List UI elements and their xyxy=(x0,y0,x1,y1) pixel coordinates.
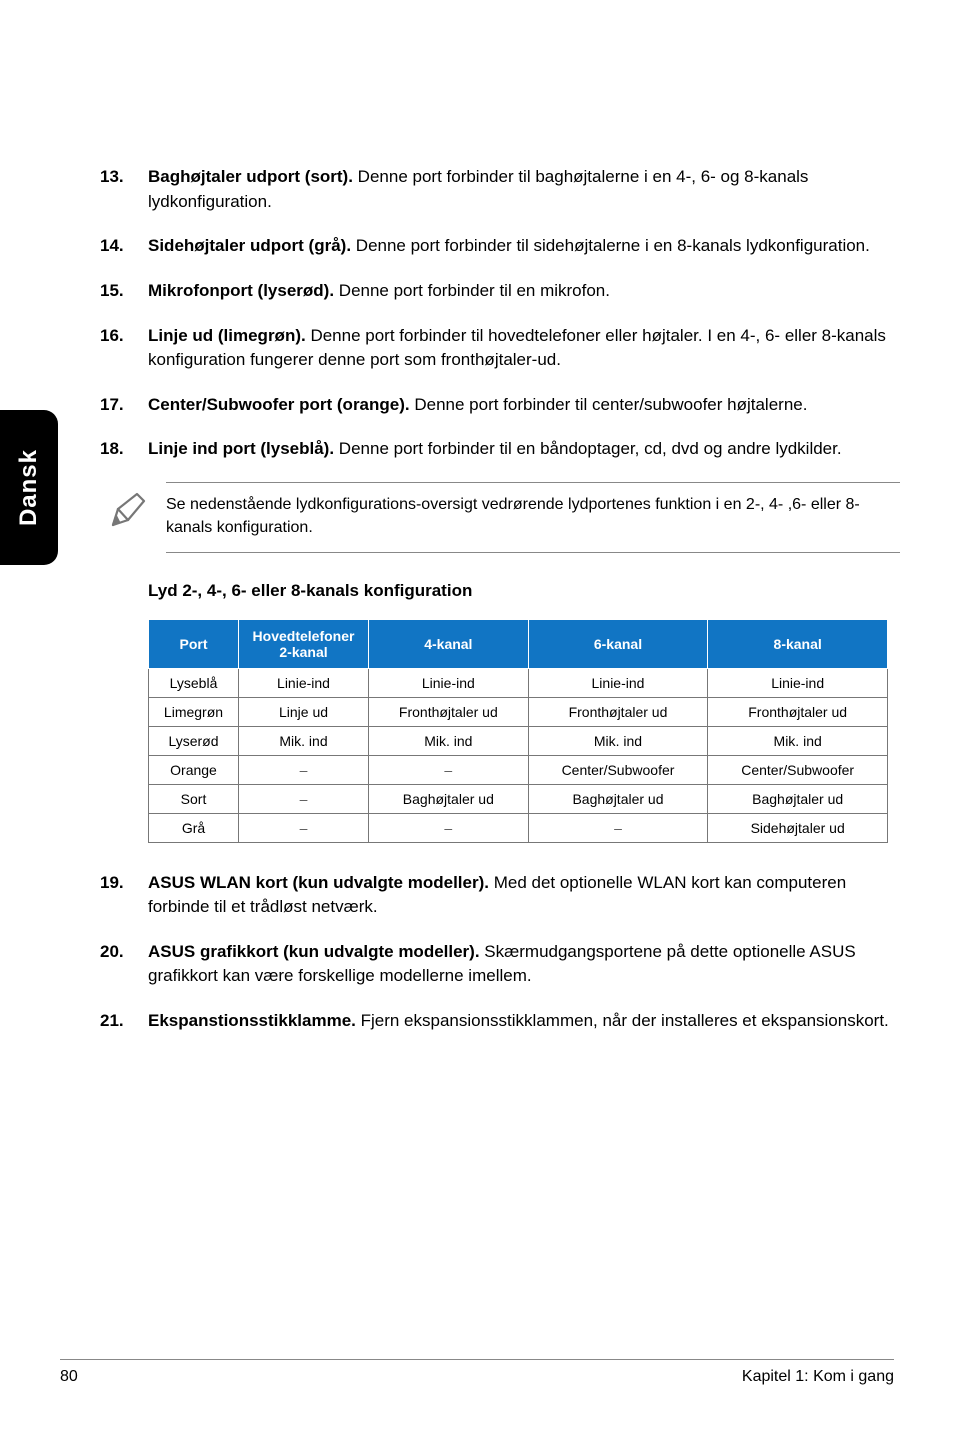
cell: Linie-ind xyxy=(708,668,888,697)
audio-config-table: Port Hovedtelefoner 2-kanal 4-kanal 6-ka… xyxy=(148,619,888,843)
cell: Linie-ind xyxy=(528,668,708,697)
item-lead: Baghøjtaler udport (sort). xyxy=(148,167,353,186)
cell: Grå xyxy=(149,813,239,842)
item-body: ASUS WLAN kort (kun udvalgte modeller). … xyxy=(148,871,900,920)
list-item: 14. Sidehøjtaler udport (grå). Denne por… xyxy=(100,234,900,259)
table-row: Lyserød Mik. ind Mik. ind Mik. ind Mik. … xyxy=(149,726,888,755)
item-number: 21. xyxy=(100,1009,148,1034)
cell: Mik. ind xyxy=(239,726,369,755)
list-item: 16. Linje ud (limegrøn). Denne port forb… xyxy=(100,324,900,373)
item-number: 17. xyxy=(100,393,148,418)
item-number: 19. xyxy=(100,871,148,920)
pencil-icon xyxy=(106,482,166,537)
cell: Fronthøjtaler ud xyxy=(528,697,708,726)
item-body: Linje ud (limegrøn). Denne port forbinde… xyxy=(148,324,900,373)
cell: Sort xyxy=(149,784,239,813)
table-header-row: Port Hovedtelefoner 2-kanal 4-kanal 6-ka… xyxy=(149,619,888,668)
cell: – xyxy=(239,784,369,813)
cell: Limegrøn xyxy=(149,697,239,726)
list-item: 19. ASUS WLAN kort (kun udvalgte modelle… xyxy=(100,871,900,920)
cell: Linje ud xyxy=(239,697,369,726)
item-number: 13. xyxy=(100,165,148,214)
list-item: 15. Mikrofonport (lyserød). Denne port f… xyxy=(100,279,900,304)
cell: Baghøjtaler ud xyxy=(528,784,708,813)
item-body: Sidehøjtaler udport (grå). Denne port fo… xyxy=(148,234,900,259)
table-title: Lyd 2-, 4-, 6- eller 8-kanals konfigurat… xyxy=(148,581,900,601)
page-footer: 80 Kapitel 1: Kom i gang xyxy=(0,1359,954,1386)
th-6kanal: 6-kanal xyxy=(528,619,708,668)
cell: Fronthøjtaler ud xyxy=(369,697,529,726)
item-body: Center/Subwoofer port (orange). Denne po… xyxy=(148,393,900,418)
cell: – xyxy=(528,813,708,842)
cell: – xyxy=(369,755,529,784)
page-number: 80 xyxy=(60,1368,78,1386)
item-number: 18. xyxy=(100,437,148,462)
list-item: 21. Ekspanstionsstikklamme. Fjern ekspan… xyxy=(100,1009,900,1034)
item-body: Linje ind port (lyseblå). Denne port for… xyxy=(148,437,900,462)
th-port: Port xyxy=(149,619,239,668)
item-number: 20. xyxy=(100,940,148,989)
language-tab-label: Dansk xyxy=(15,449,43,526)
cell: Linie-ind xyxy=(369,668,529,697)
item-lead: Sidehøjtaler udport (grå). xyxy=(148,236,351,255)
th-2kanal-line2: 2-kanal xyxy=(245,644,362,660)
cell: Mik. ind xyxy=(528,726,708,755)
item-lead: ASUS WLAN kort (kun udvalgte modeller). xyxy=(148,873,489,892)
cell: Mik. ind xyxy=(708,726,888,755)
item-lead: Mikrofonport (lyserød). xyxy=(148,281,334,300)
item-rest: Denne port forbinder til sidehøjtalerne … xyxy=(351,236,870,255)
table-row: Sort – Baghøjtaler ud Baghøjtaler ud Bag… xyxy=(149,784,888,813)
list-item: 17. Center/Subwoofer port (orange). Denn… xyxy=(100,393,900,418)
cell: Center/Subwoofer xyxy=(708,755,888,784)
list-item: 13. Baghøjtaler udport (sort). Denne por… xyxy=(100,165,900,214)
item-body: ASUS grafikkort (kun udvalgte modeller).… xyxy=(148,940,900,989)
th-2kanal-line1: Hovedtelefoner xyxy=(245,628,362,644)
item-rest: Denne port forbinder til center/subwoofe… xyxy=(410,395,808,414)
footer-divider xyxy=(60,1359,894,1360)
cell: – xyxy=(369,813,529,842)
item-body: Mikrofonport (lyserød). Denne port forbi… xyxy=(148,279,900,304)
cell: Baghøjtaler ud xyxy=(369,784,529,813)
item-lead: Linje ind port (lyseblå). xyxy=(148,439,334,458)
note-box: Se nedenstående lydkonfigurations-oversi… xyxy=(106,482,900,552)
item-lead: Center/Subwoofer port (orange). xyxy=(148,395,410,414)
cell: Center/Subwoofer xyxy=(528,755,708,784)
cell: Mik. ind xyxy=(369,726,529,755)
item-body: Baghøjtaler udport (sort). Denne port fo… xyxy=(148,165,900,214)
item-lead: Linje ud (limegrøn). xyxy=(148,326,306,345)
item-lead: ASUS grafikkort (kun udvalgte modeller). xyxy=(148,942,480,961)
cell: Sidehøjtaler ud xyxy=(708,813,888,842)
main-content: 13. Baghøjtaler udport (sort). Denne por… xyxy=(100,165,900,1054)
cell: Linie-ind xyxy=(239,668,369,697)
th-2kanal: Hovedtelefoner 2-kanal xyxy=(239,619,369,668)
item-body: Ekspanstionsstikklamme. Fjern ekspansion… xyxy=(148,1009,900,1034)
table-row: Orange – – Center/Subwoofer Center/Subwo… xyxy=(149,755,888,784)
item-number: 16. xyxy=(100,324,148,373)
table-row: Grå – – – Sidehøjtaler ud xyxy=(149,813,888,842)
cell: Baghøjtaler ud xyxy=(708,784,888,813)
item-rest: Fjern ekspansionsstikklammen, når der in… xyxy=(356,1011,889,1030)
th-8kanal: 8-kanal xyxy=(708,619,888,668)
cell: – xyxy=(239,755,369,784)
cell: Lyseblå xyxy=(149,668,239,697)
lower-list: 19. ASUS WLAN kort (kun udvalgte modelle… xyxy=(100,871,900,1034)
cell: Orange xyxy=(149,755,239,784)
item-number: 15. xyxy=(100,279,148,304)
chapter-label: Kapitel 1: Kom i gang xyxy=(742,1368,894,1386)
cell: Fronthøjtaler ud xyxy=(708,697,888,726)
th-4kanal: 4-kanal xyxy=(369,619,529,668)
note-text: Se nedenstående lydkonfigurations-oversi… xyxy=(166,482,900,552)
language-tab: Dansk xyxy=(0,410,58,565)
table-row: Lyseblå Linie-ind Linie-ind Linie-ind Li… xyxy=(149,668,888,697)
list-item: 18. Linje ind port (lyseblå). Denne port… xyxy=(100,437,900,462)
item-number: 14. xyxy=(100,234,148,259)
cell: – xyxy=(239,813,369,842)
list-item: 20. ASUS grafikkort (kun udvalgte modell… xyxy=(100,940,900,989)
item-rest: Denne port forbinder til en båndoptager,… xyxy=(334,439,842,458)
table-row: Limegrøn Linje ud Fronthøjtaler ud Front… xyxy=(149,697,888,726)
cell: Lyserød xyxy=(149,726,239,755)
item-lead: Ekspanstionsstikklamme. xyxy=(148,1011,356,1030)
item-rest: Denne port forbinder til en mikrofon. xyxy=(334,281,610,300)
